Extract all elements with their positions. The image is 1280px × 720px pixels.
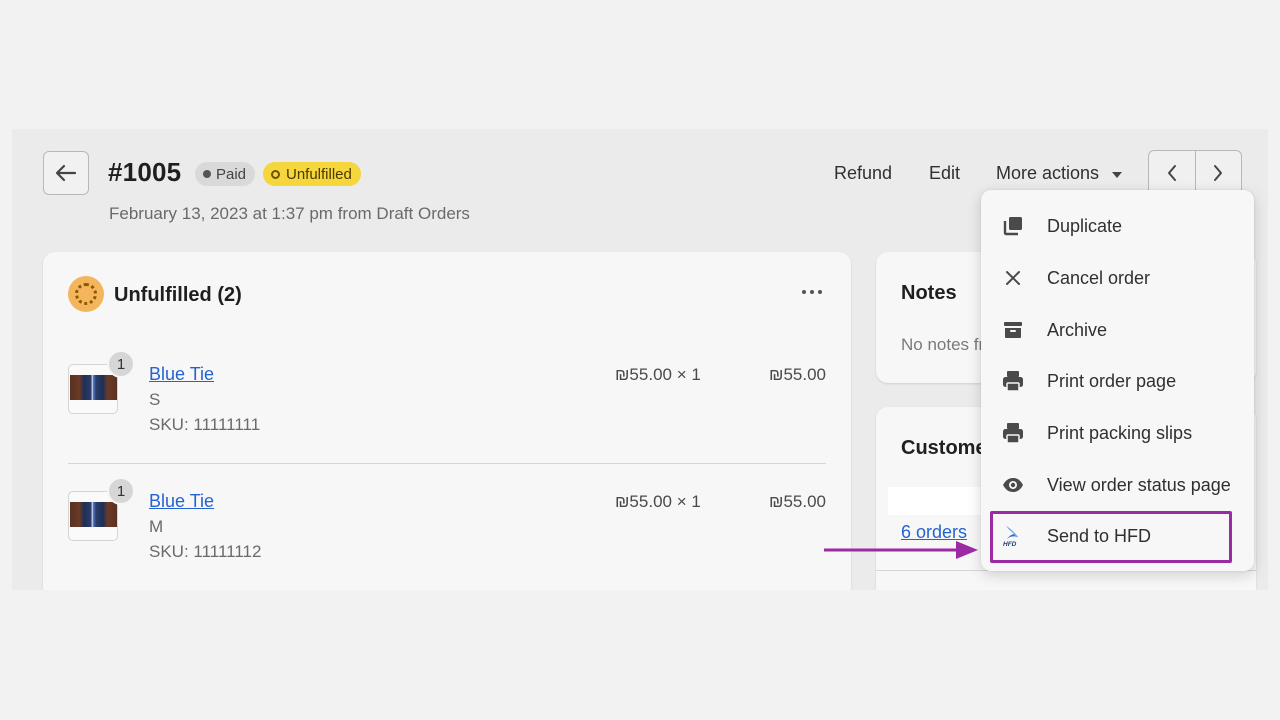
back-button[interactable] (43, 151, 89, 195)
product-sku: SKU: 11111112 (149, 542, 262, 561)
more-options-icon[interactable] (800, 280, 824, 304)
printer-icon (1001, 369, 1025, 393)
product-variant: M (149, 517, 164, 536)
quantity-badge: 1 (107, 477, 135, 505)
menu-item-cancel-order[interactable]: Cancel order (981, 255, 1254, 301)
more-actions-button[interactable]: More actions (996, 163, 1123, 184)
unfulfilled-card-title: Unfulfilled (2) (114, 284, 242, 306)
menu-item-label: Duplicate (1047, 215, 1123, 236)
menu-item-label: Print order page (1047, 370, 1177, 391)
close-icon (1001, 266, 1025, 290)
annotation-arrow-icon (824, 541, 978, 559)
menu-item-print-packing-slips[interactable]: Print packing slips (981, 410, 1254, 456)
menu-item-label: Cancel order (1047, 267, 1151, 288)
menu-item-label: Print packing slips (1047, 422, 1193, 443)
menu-item-send-to-hfd[interactable]: HFD Send to HFD (981, 513, 1254, 559)
arrow-left-icon (55, 164, 77, 182)
unfulfilled-status-icon (68, 276, 104, 312)
line-total: ₪55.00 (769, 492, 826, 511)
quantity-badge: 1 (107, 350, 135, 378)
line-item: 1 Blue Tie M SKU: 11111112 ₪55.00 × 1 ₪5… (43, 477, 851, 567)
menu-item-print-order-page[interactable]: Print order page (981, 358, 1254, 404)
previous-order-button[interactable] (1149, 151, 1195, 195)
more-actions-menu: Duplicate Cancel order Archive Print ord… (981, 190, 1254, 571)
edit-button[interactable]: Edit (929, 163, 960, 184)
archive-icon (1001, 318, 1025, 342)
order-number: #1005 (108, 157, 182, 187)
chevron-right-icon (1214, 165, 1223, 181)
duplicate-icon (1001, 214, 1025, 238)
status-dot-icon (203, 170, 211, 178)
line-item: 1 Blue Tie S SKU: 11111111 ₪55.00 × 1 ₪5… (43, 350, 851, 440)
product-link[interactable]: Blue Tie (149, 364, 214, 385)
menu-item-label: Archive (1047, 319, 1108, 340)
order-page: #1005 Paid Unfulfilled February 13, 2023… (12, 129, 1268, 590)
hfd-logo-icon: HFD (1001, 524, 1025, 548)
divider (68, 463, 826, 464)
line-total: ₪55.00 (769, 365, 826, 384)
menu-item-label: View order status page (1047, 474, 1231, 495)
caret-down-icon (1112, 171, 1123, 178)
product-link[interactable]: Blue Tie (149, 491, 214, 512)
more-actions-label: More actions (996, 163, 1100, 183)
status-ring-icon (271, 169, 280, 179)
menu-item-duplicate[interactable]: Duplicate (981, 203, 1254, 249)
unfulfilled-badge: Unfulfilled (263, 162, 361, 186)
unfulfilled-card: Unfulfilled (2) 1 Blue Tie S SKU: 111111… (43, 252, 851, 590)
svg-text:HFD: HFD (1003, 541, 1017, 548)
unit-price: ₪55.00 × 1 (615, 365, 701, 384)
unit-price: ₪55.00 × 1 (615, 492, 701, 511)
menu-item-view-order-status[interactable]: View order status page (981, 462, 1254, 508)
paid-badge: Paid (195, 162, 256, 186)
menu-item-archive[interactable]: Archive (981, 307, 1254, 353)
refund-button[interactable]: Refund (834, 163, 892, 184)
printer-icon (1001, 421, 1025, 445)
notes-title: Notes (901, 282, 957, 304)
unfulfilled-badge-label: Unfulfilled (286, 165, 352, 183)
product-variant: S (149, 390, 161, 409)
product-sku: SKU: 11111111 (149, 415, 261, 434)
eye-icon (1001, 473, 1025, 497)
next-order-button[interactable] (1194, 151, 1242, 195)
menu-item-label: Send to HFD (1047, 525, 1152, 546)
chevron-left-icon (1167, 165, 1176, 181)
paid-badge-label: Paid (216, 165, 247, 183)
order-subtitle: February 13, 2023 at 1:37 pm from Draft … (109, 204, 470, 223)
